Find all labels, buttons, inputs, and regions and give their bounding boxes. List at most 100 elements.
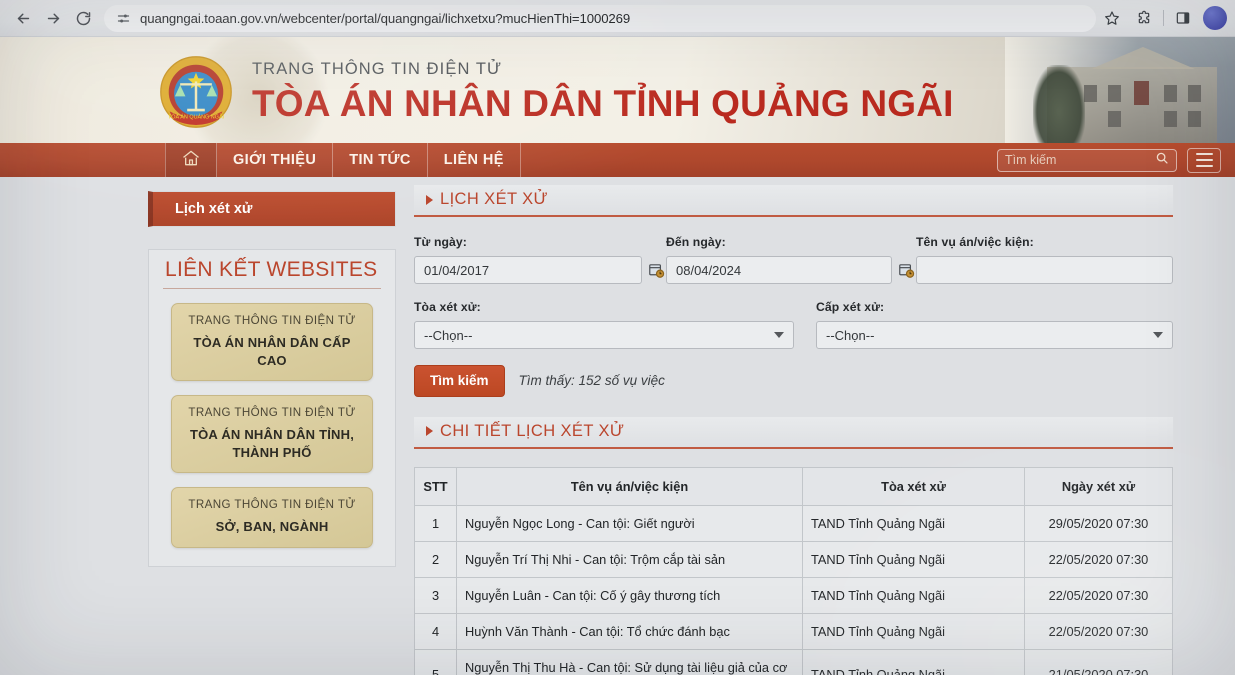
table-body: 1 Nguyễn Ngọc Long - Can tội: Giết người…	[414, 504, 1173, 675]
courthouse-tree	[1033, 65, 1085, 143]
chevron-down-icon	[1153, 332, 1163, 338]
bookmark-star-icon[interactable]	[1096, 3, 1128, 33]
th-stt: STT	[414, 466, 457, 506]
calendar-icon[interactable]	[648, 262, 665, 279]
schedule-table: STT Tên vụ án/việc kiện Tòa xét xử Ngày …	[414, 466, 1173, 675]
back-button[interactable]	[8, 3, 38, 33]
nav-label: LIÊN HỆ	[443, 152, 504, 168]
cell-date: 22/05/2020 07:30	[1024, 612, 1173, 650]
home-icon	[180, 148, 202, 172]
sidebar-item-lich-xet-xu[interactable]: Lịch xét xử	[148, 191, 396, 227]
search-section-title: LỊCH XÉT XỬ	[440, 190, 549, 208]
court-select[interactable]: --Chọn--	[414, 321, 794, 349]
search-input[interactable]	[1005, 153, 1155, 167]
triangle-right-icon	[426, 194, 433, 205]
hamburger-icon[interactable]	[1187, 147, 1221, 173]
reload-button[interactable]	[68, 3, 98, 33]
level-select[interactable]: --Chọn--	[816, 321, 1173, 349]
search-section-header: LỊCH XÉT XỬ	[414, 185, 1173, 217]
to-date-input[interactable]	[666, 256, 892, 284]
courthouse-window	[1108, 85, 1121, 102]
sidebar: Lịch xét xử LIÊN KẾT WEBSITES TRANG THÔN…	[148, 177, 396, 675]
case-name-label: Tên vụ án/việc kiện:	[916, 235, 1034, 249]
table-row[interactable]: 4 Huỳnh Văn Thành - Can tội: Tổ chức đán…	[414, 612, 1173, 650]
nav-item-gioi-thieu[interactable]: GIỚI THIỆU	[217, 143, 334, 177]
nav-label: GIỚI THIỆU	[233, 152, 317, 168]
site-search[interactable]	[997, 148, 1177, 172]
table-row[interactable]: 3 Nguyễn Luân - Can tội: Cố ý gây thương…	[414, 576, 1173, 614]
search-submit-row: Tìm kiếm Tìm thấy: 152 số vụ việc	[414, 365, 1173, 397]
cell-date: 21/05/2020 07:30	[1024, 648, 1173, 675]
site-settings-icon[interactable]	[114, 9, 132, 27]
nav-home[interactable]	[165, 143, 217, 177]
court-emblem-icon: TÒA ÁN QUẢNG NGÃI	[152, 48, 240, 136]
courthouse-window	[1188, 85, 1201, 102]
masthead-text: TRANG THÔNG TIN ĐIỆN TỬ TÒA ÁN NHÂN DÂN …	[252, 61, 954, 123]
th-date: Ngày xét xử	[1024, 466, 1173, 506]
cell-stt: 5	[414, 648, 457, 675]
main-navigation: GIỚI THIỆU TIN TỨC LIÊN HỆ	[0, 143, 1235, 177]
link-card-top: TRANG THÔNG TIN ĐIỆN TỬ	[188, 498, 356, 512]
from-date-input[interactable]	[414, 256, 642, 284]
courthouse-window	[1084, 85, 1097, 102]
calendar-icon[interactable]	[898, 262, 915, 279]
from-date-label: Từ ngày:	[414, 235, 467, 249]
cell-date: 22/05/2020 07:30	[1024, 576, 1173, 614]
detail-section-header: CHI TIẾT LỊCH XÉT XỬ	[414, 416, 1173, 449]
sidebar-active-label: Lịch xét xử	[175, 201, 253, 217]
cell-court: TAND Tỉnh Quảng Ngãi	[802, 540, 1025, 578]
nav-item-tin-tuc[interactable]: TIN TỨC	[333, 143, 428, 177]
courthouse-window	[1134, 81, 1149, 105]
link-card-cap-cao[interactable]: TRANG THÔNG TIN ĐIỆN TỬ TÒA ÁN NHÂN DÂN …	[171, 303, 373, 382]
triangle-right-icon	[426, 426, 433, 436]
side-panel-icon[interactable]	[1167, 3, 1199, 33]
table-row[interactable]: 5 Nguyễn Thị Thu Hà - Can tội: Sử dụng t…	[414, 648, 1173, 675]
cell-case: Nguyễn Luân - Can tội: Cố ý gây thương t…	[456, 576, 803, 614]
site-masthead: TÒA ÁN QUẢNG NGÃI TRANG THÔNG TIN ĐIỆN T…	[0, 37, 1235, 143]
nav-item-lien-he[interactable]: LIÊN HỆ	[428, 143, 521, 177]
cell-court: TAND Tỉnh Quảng Ngãi	[802, 576, 1025, 614]
svg-text:TÒA ÁN QUẢNG NGÃI: TÒA ÁN QUẢNG NGÃI	[168, 113, 225, 120]
court-select-value: --Chọn--	[424, 327, 473, 343]
search-icon[interactable]	[1155, 151, 1169, 170]
search-form-row-2: Tòa xét xử: --Chọn-- Cấp xét xử: --Chọn-…	[414, 300, 1173, 349]
web-page: TÒA ÁN QUẢNG NGÃI TRANG THÔNG TIN ĐIỆN T…	[0, 37, 1235, 675]
link-card-main: SỞ, BAN, NGÀNH	[215, 519, 329, 535]
level-select-value: --Chọn--	[826, 327, 875, 343]
table-head: STT Tên vụ án/việc kiện Tòa xét xử Ngày …	[414, 466, 1173, 506]
case-name-input[interactable]	[916, 256, 1173, 284]
detail-section-title: CHI TIẾT LỊCH XÉT XỬ	[440, 421, 625, 440]
cell-case: Huỳnh Văn Thành - Can tội: Tổ chức đánh …	[456, 612, 803, 650]
chevron-down-icon	[774, 332, 784, 338]
table-row[interactable]: 1 Nguyễn Ngọc Long - Can tội: Giết người…	[414, 504, 1173, 542]
cell-stt: 4	[414, 612, 457, 650]
courthouse-window	[1108, 111, 1121, 127]
browser-action-icons	[1096, 3, 1227, 33]
link-card-tinh-thanh-pho[interactable]: TRANG THÔNG TIN ĐIỆN TỬ TÒA ÁN NHÂN DÂN …	[171, 395, 373, 474]
level-select-field: Cấp xét xử: --Chọn--	[816, 300, 1173, 349]
site-subtitle: TRANG THÔNG TIN ĐIỆN TỬ	[252, 60, 503, 78]
search-submit-button[interactable]: Tìm kiếm	[414, 365, 505, 397]
website-links-title: LIÊN KẾT WEBSITES	[163, 250, 381, 289]
site-title: TÒA ÁN NHÂN DÂN TỈNH QUẢNG NGÃI	[252, 82, 954, 124]
toolbar-divider	[1163, 10, 1164, 26]
link-card-main: TÒA ÁN NHÂN DÂN TỈNH, THÀNH PHỐ	[189, 427, 355, 460]
to-date-field: Đến ngày:	[666, 235, 916, 284]
profile-avatar[interactable]	[1203, 6, 1227, 30]
to-date-label: Đến ngày:	[666, 235, 726, 249]
screenshot-root: quangngai.toaan.gov.vn/webcenter/portal/…	[0, 0, 1235, 675]
address-bar[interactable]: quangngai.toaan.gov.vn/webcenter/portal/…	[104, 4, 1096, 32]
page-content: Lịch xét xử LIÊN KẾT WEBSITES TRANG THÔN…	[0, 177, 1235, 675]
extensions-puzzle-icon[interactable]	[1128, 3, 1160, 33]
cell-case: Nguyễn Ngọc Long - Can tội: Giết người	[456, 504, 803, 542]
table-row[interactable]: 2 Nguyễn Trí Thị Nhi - Can tội: Trộm cắp…	[414, 540, 1173, 578]
courthouse-window	[1188, 111, 1201, 127]
cell-court: TAND Tỉnh Quảng Ngãi	[802, 612, 1025, 650]
courthouse-window	[1164, 85, 1177, 102]
forward-button[interactable]	[38, 3, 68, 33]
cell-stt: 2	[414, 540, 457, 578]
court-select-field: Tòa xét xử: --Chọn--	[414, 300, 794, 349]
th-court: Tòa xét xử	[802, 466, 1025, 506]
cell-stt: 1	[414, 504, 457, 542]
link-card-so-ban-nganh[interactable]: TRANG THÔNG TIN ĐIỆN TỬ SỞ, BAN, NGÀNH	[171, 487, 373, 548]
